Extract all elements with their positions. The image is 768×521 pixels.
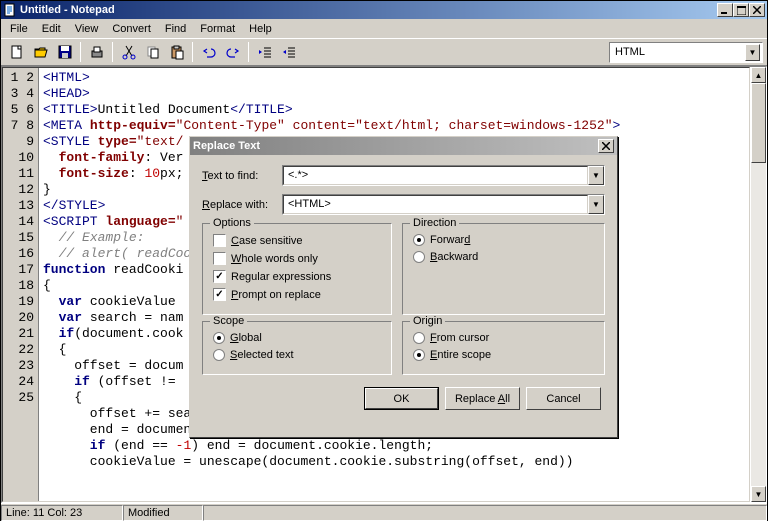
entire-scope-radio[interactable]: Entire scope	[413, 349, 594, 361]
language-selected: HTML	[612, 46, 745, 58]
scroll-track[interactable]	[751, 83, 766, 486]
global-radio[interactable]: Global	[213, 332, 381, 344]
toolbar-separator	[248, 42, 249, 62]
toolbar-separator	[80, 42, 81, 62]
case-sensitive-checkbox[interactable]: Case sensitive	[213, 234, 381, 247]
toolbar-separator	[112, 42, 113, 62]
menu-find[interactable]: Find	[158, 21, 193, 37]
menubar: File Edit View Convert Find Format Help	[1, 19, 767, 38]
find-input[interactable]: <.*> ▼	[282, 165, 605, 186]
replace-input[interactable]: <HTML> ▼	[282, 194, 605, 215]
dropdown-icon[interactable]: ▼	[588, 166, 604, 185]
line-gutter: 1 2 3 4 5 6 7 8 9 10 11 12 13 14 15 16 1…	[3, 68, 39, 501]
replace-all-button[interactable]: Replace All	[445, 387, 520, 410]
scope-label: Scope	[210, 315, 247, 327]
outdent-icon[interactable]	[253, 41, 276, 63]
toolbar: HTML ▼	[1, 38, 767, 66]
replace-dialog: Replace Text Text to find: <.*> ▼ Replac…	[189, 136, 618, 438]
find-label: Text to find:	[202, 170, 282, 182]
ok-button[interactable]: OK	[364, 387, 439, 410]
direction-group: Direction Forward Backward	[402, 223, 605, 315]
dropdown-icon[interactable]: ▼	[745, 44, 760, 61]
menu-view[interactable]: View	[68, 21, 106, 37]
forward-radio[interactable]: Forward	[413, 234, 594, 246]
menu-file[interactable]: File	[3, 21, 35, 37]
status-position: Line: 11 Col: 23	[1, 505, 123, 521]
dialog-close-button[interactable]	[598, 139, 614, 153]
selected-radio[interactable]: Selected text	[213, 349, 381, 361]
print-icon[interactable]	[85, 41, 108, 63]
open-file-icon[interactable]	[29, 41, 52, 63]
vertical-scrollbar[interactable]: ▲ ▼	[750, 67, 766, 502]
prompt-checkbox[interactable]: Prompt on replace	[213, 288, 381, 301]
from-cursor-radio[interactable]: From cursor	[413, 332, 594, 344]
window-title: Untitled - Notepad	[20, 4, 717, 16]
paste-icon[interactable]	[165, 41, 188, 63]
status-empty	[203, 505, 767, 521]
cut-icon[interactable]	[117, 41, 140, 63]
menu-edit[interactable]: Edit	[35, 21, 68, 37]
maximize-button[interactable]	[733, 3, 749, 17]
dialog-titlebar[interactable]: Replace Text	[190, 137, 617, 155]
direction-label: Direction	[410, 217, 459, 229]
options-group: Options Case sensitive Whole words only …	[202, 223, 392, 315]
dialog-title: Replace Text	[193, 140, 598, 152]
menu-convert[interactable]: Convert	[105, 21, 158, 37]
scroll-up-icon[interactable]: ▲	[751, 67, 766, 83]
whole-words-checkbox[interactable]: Whole words only	[213, 252, 381, 265]
indent-icon[interactable]	[277, 41, 300, 63]
undo-icon[interactable]	[197, 41, 220, 63]
replace-value[interactable]: <HTML>	[283, 195, 588, 214]
new-file-icon[interactable]	[5, 41, 28, 63]
scroll-down-icon[interactable]: ▼	[751, 486, 766, 502]
origin-group: Origin From cursor Entire scope	[402, 321, 605, 375]
regex-checkbox[interactable]: Regular expressions	[213, 270, 381, 283]
find-value[interactable]: <.*>	[283, 166, 588, 185]
toolbar-separator	[192, 42, 193, 62]
backward-radio[interactable]: Backward	[413, 251, 594, 263]
redo-icon[interactable]	[221, 41, 244, 63]
statusbar: Line: 11 Col: 23 Modified	[1, 503, 767, 521]
scroll-thumb[interactable]	[751, 83, 766, 163]
language-select[interactable]: HTML ▼	[609, 42, 763, 63]
status-modified: Modified	[123, 505, 203, 521]
close-button[interactable]	[749, 3, 765, 17]
menu-format[interactable]: Format	[193, 21, 242, 37]
replace-label: Replace with:	[202, 199, 282, 211]
menu-help[interactable]: Help	[242, 21, 279, 37]
dropdown-icon[interactable]: ▼	[588, 195, 604, 214]
scope-group: Scope Global Selected text	[202, 321, 392, 375]
origin-label: Origin	[410, 315, 445, 327]
minimize-button[interactable]	[717, 3, 733, 17]
app-icon	[3, 3, 17, 17]
options-label: Options	[210, 217, 254, 229]
copy-icon[interactable]	[141, 41, 164, 63]
save-file-icon[interactable]	[53, 41, 76, 63]
titlebar[interactable]: Untitled - Notepad	[1, 1, 767, 19]
cancel-button[interactable]: Cancel	[526, 387, 601, 410]
